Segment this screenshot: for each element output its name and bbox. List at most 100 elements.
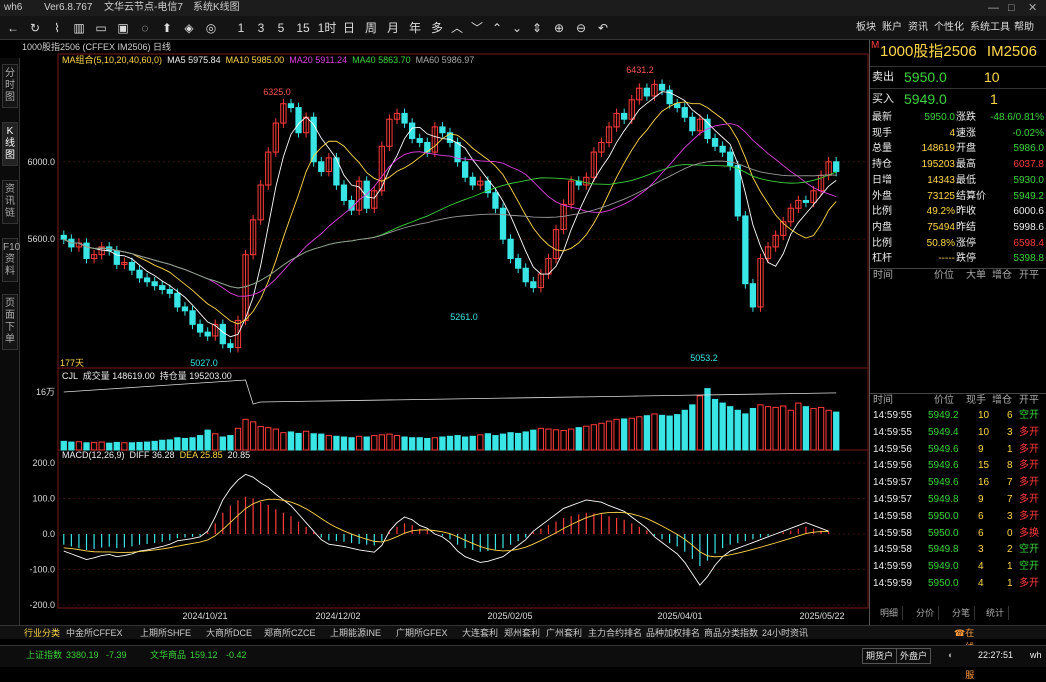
candle-body [499, 207, 507, 240]
tab-stats[interactable]: 统计 [982, 606, 1010, 620]
ma60-line [63, 160, 837, 289]
candle-body [174, 292, 181, 308]
tick-qty: 3 [978, 544, 984, 556]
bottom-tab[interactable]: 大连套利 [462, 626, 498, 640]
kline-chart[interactable]: 6000.0 5600.0 200.0 100.0 0.0 -100.0 -200.0 16万… [0, 0, 869, 625]
volume-bar [355, 435, 363, 451]
close-button[interactable]: ✕ [1028, 0, 1037, 16]
candle-body [295, 107, 302, 134]
x-axis-label: 2025/05/22 [799, 611, 844, 621]
quote-label: 持仓 [872, 159, 892, 171]
bottom-tab[interactable]: 品种加权排名 [646, 626, 700, 640]
bottom-tab[interactable]: 广州套利 [546, 626, 582, 640]
volume-bar [257, 426, 264, 451]
candle-body [689, 116, 696, 132]
quote-label: 速涨 [956, 127, 976, 139]
tick-header-time: 时间 [873, 395, 893, 406]
tick-row: 14:59:55 5949.4 10 3 多开 [870, 425, 1046, 442]
tick-openclose: 多换 [1019, 527, 1039, 539]
bottom-tab[interactable]: 广期所GFEX [396, 626, 448, 640]
volume-bar [575, 427, 582, 451]
volume-bar [212, 433, 219, 451]
menu-account[interactable]: 账户 [882, 20, 902, 36]
bottom-tab[interactable]: 行业分类 [24, 626, 60, 640]
x-axis-label: 2024/12/02 [315, 611, 360, 621]
tick-row: 14:59:57 5949.8 9 7 多开 [870, 492, 1046, 509]
volume-bar [795, 402, 802, 451]
volume-bar [552, 429, 560, 451]
macd-tick-label: -100.0 [29, 565, 55, 575]
bottom-tab[interactable]: 商品分类指数 [704, 626, 758, 640]
bottom-tab[interactable]: 上期能源INE [330, 626, 381, 640]
quote-value: 6000.6 [1013, 206, 1044, 218]
volume-bar [545, 428, 552, 451]
volume-bar [424, 437, 431, 451]
macd-tick-label: 100.0 [32, 494, 55, 504]
bottom-tab[interactable]: 大商所DCE [206, 626, 252, 640]
tab-tick[interactable]: 分笔 [948, 606, 976, 620]
volume-bar [295, 432, 302, 451]
volume-legend: CJL 成交量 148619.00 持仓量 195203.00 [62, 370, 232, 382]
buy-qty: 1 [990, 91, 998, 107]
sell-price: 5950.0 [904, 69, 947, 85]
menu-news[interactable]: 资讯 [908, 20, 928, 36]
menu-system-tools[interactable]: 系统工具 [970, 20, 1010, 36]
quote-value: -48.6/0.81% [990, 112, 1044, 123]
tick-oi: 7 [1007, 477, 1013, 489]
bottom-tab[interactable]: 郑商所CZCE [264, 626, 316, 640]
volume-value: 成交量 148619.00 [82, 371, 155, 381]
bottom-tab[interactable]: 中金所CFFEX [66, 626, 123, 640]
futures-account-button[interactable]: 期货户 [862, 648, 898, 664]
menu-personalize[interactable]: 个性化 [934, 20, 964, 36]
ma40-value: MA40 5863.70 [352, 55, 411, 65]
candle-body [219, 323, 226, 345]
tick-oi: 1 [1007, 578, 1013, 589]
tick-oi: 7 [1007, 494, 1013, 505]
volume-bar [727, 406, 734, 451]
tab-detail[interactable]: 明细 [876, 606, 904, 620]
foreign-account-button[interactable]: 外盘户 [896, 648, 932, 664]
buy-label: 买入 [872, 93, 894, 105]
bottom-tab[interactable]: 郑州套利 [504, 626, 540, 640]
candle-body [643, 87, 651, 97]
volume-bar [325, 435, 332, 451]
tab-price-split[interactable]: 分价 [912, 606, 940, 620]
menu-help[interactable]: 帮助 [1014, 20, 1034, 36]
bottom-tab[interactable]: 上期所SHFE [140, 626, 191, 640]
tick-time: 14:59:56 [873, 443, 912, 455]
macd-value: 20.85 [227, 450, 251, 460]
volume-bar [689, 404, 696, 451]
candle-body [674, 103, 681, 109]
volume-bar [348, 437, 355, 451]
bottom-tab[interactable]: 主力合约排名 [588, 626, 642, 640]
panel-tabs: 明细 分价 分笔 统计 [870, 606, 1046, 620]
oi-value: 持仓量 195203.00 [159, 371, 232, 381]
diff-value: DIFF 36.28 [129, 450, 175, 460]
quote-label: 开盘 [956, 143, 976, 155]
buy-row[interactable]: 买入 5949.0 1 [870, 88, 1046, 108]
tick-openclose: 空开 [1019, 561, 1039, 573]
tick-openclose: 空开 [1019, 410, 1039, 421]
ma-legend: MA组合(5,10,20,40,60,0) MA5 5975.84 MA10 5… [62, 54, 474, 66]
volume-bar [674, 414, 681, 451]
quote-value: 14343 [927, 174, 955, 186]
maximize-button[interactable]: □ [1008, 0, 1015, 16]
sell-row[interactable]: 卖出 5950.0 10 [870, 66, 1046, 86]
tick-price: 5950.0 [928, 527, 959, 539]
volume-bar [651, 413, 658, 451]
candle-body [749, 283, 757, 308]
bt-header-time: 时间 [873, 270, 893, 281]
volume-bar [446, 435, 454, 451]
candle-body [681, 107, 688, 118]
online-service-button[interactable]: ☎ 在线客服 [954, 626, 974, 680]
tick-qty: 4 [978, 578, 984, 589]
tick-oi: 2 [1007, 544, 1013, 556]
volume-bar [371, 435, 378, 451]
bottom-tab[interactable]: 24小时资讯 [762, 626, 808, 640]
ma-combo-label: MA组合(5,10,20,40,60,0) [62, 55, 163, 65]
quote-value: 75494 [927, 221, 955, 233]
minimize-button[interactable]: — [988, 0, 999, 16]
quote-row: 持仓 195203 最高 6037.8 [870, 157, 1046, 173]
tick-oi: 3 [1007, 510, 1013, 522]
volume-bar [764, 406, 772, 451]
